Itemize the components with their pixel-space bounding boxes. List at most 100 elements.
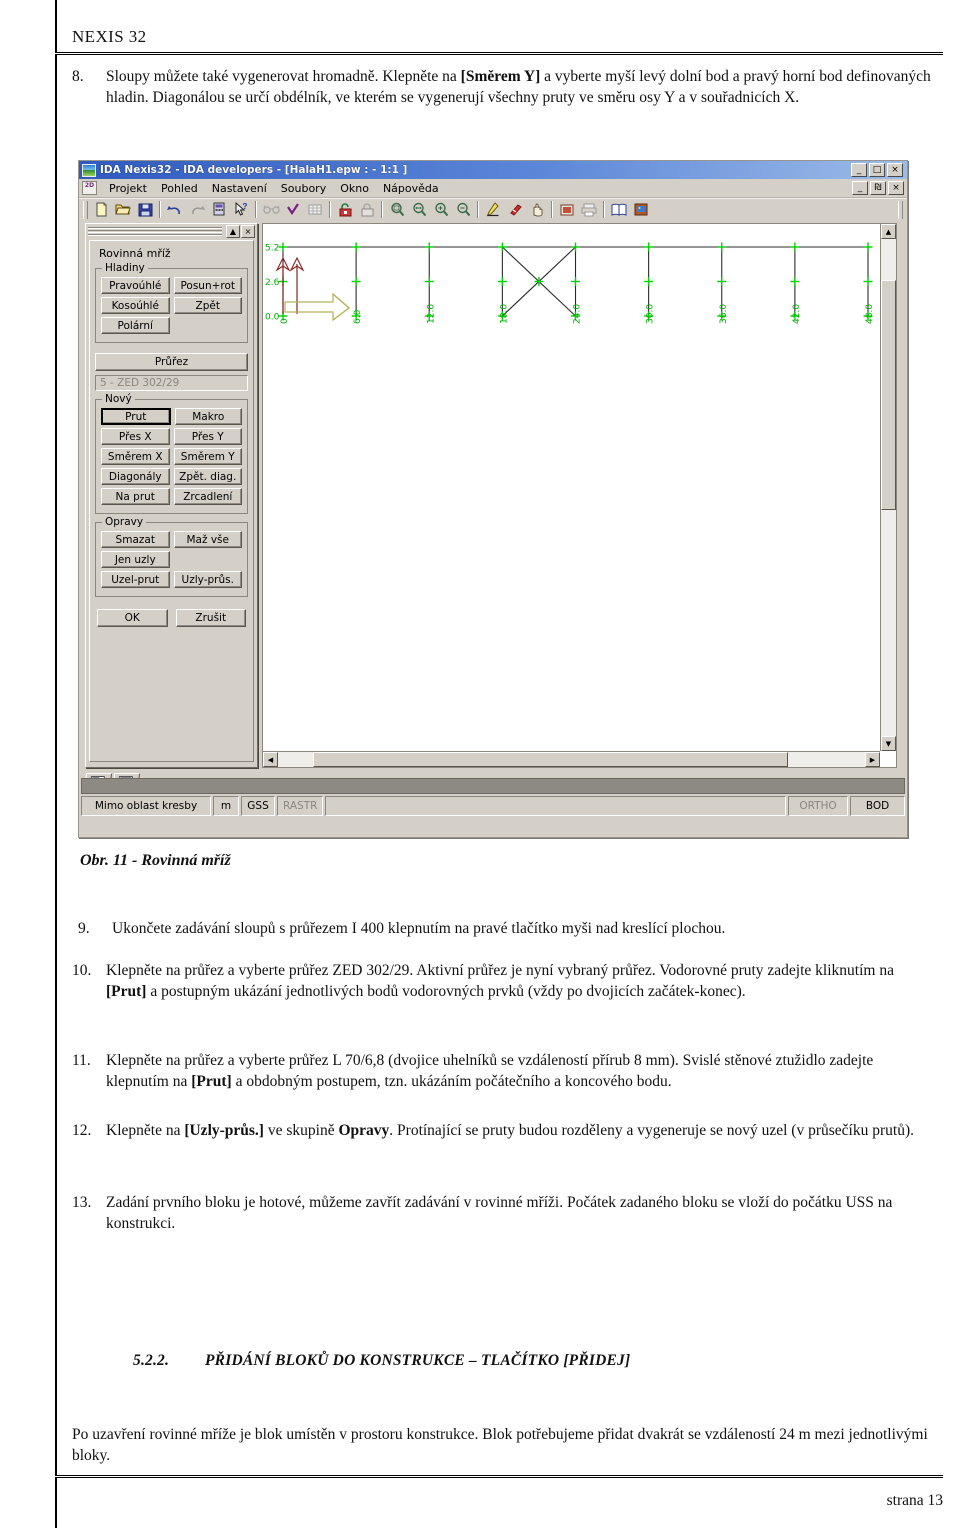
button-na-prut[interactable]: Na prut	[101, 488, 170, 505]
toolbar-separator	[603, 201, 605, 218]
button-zrcadleni[interactable]: Zrcadlení	[173, 488, 242, 505]
pan-hand-icon[interactable]	[527, 200, 547, 219]
zoom-fit-icon[interactable]	[409, 200, 429, 219]
status-gss[interactable]: GSS	[241, 796, 275, 816]
button-zpet[interactable]: Zpět	[173, 297, 242, 314]
button-smazat[interactable]: Smazat	[101, 531, 170, 548]
mdi-restore-button[interactable]: ₪	[870, 181, 886, 195]
button-makro[interactable]: Makro	[174, 408, 242, 425]
button-pres-y[interactable]: Přes Y	[173, 428, 242, 445]
button-kosouhle[interactable]: Kosoúhlé	[101, 297, 170, 314]
button-jen-uzly[interactable]: Jen uzly	[101, 551, 170, 568]
toolbar-grip[interactable]	[83, 200, 88, 219]
status-mode[interactable]: BOD	[850, 796, 905, 816]
vertical-scroll-thumb[interactable]	[881, 280, 896, 510]
open-folder-icon[interactable]	[113, 200, 133, 219]
undo-icon[interactable]	[165, 200, 185, 219]
button-polarni[interactable]: Polární	[101, 317, 170, 334]
horizontal-scroll-thumb[interactable]	[313, 752, 788, 767]
button-pres-x[interactable]: Přes X	[101, 428, 170, 445]
close-button[interactable]: ×	[887, 163, 903, 177]
button-row: Uzel-prut Uzly-průs.	[101, 571, 242, 588]
cancel-button[interactable]: Zrušit	[175, 609, 246, 627]
maximize-button[interactable]: □	[869, 163, 885, 177]
document-page: NEXIS 32 8. Sloupy můžete také vygenerov…	[0, 0, 960, 1528]
new-document-icon[interactable]	[91, 200, 111, 219]
zoom-window-icon[interactable]	[387, 200, 407, 219]
button-zpet-diag[interactable]: Zpět. diag.	[173, 468, 242, 485]
menu-item-napoveda[interactable]: Nápověda	[376, 181, 446, 196]
button-smerem-x[interactable]: Směrem X	[101, 448, 170, 465]
zoom-out-icon[interactable]	[453, 200, 473, 219]
lock-closed-icon[interactable]	[357, 200, 377, 219]
button-diagonaly[interactable]: Diagonály	[101, 468, 170, 485]
paragraph-11-number: 11.	[72, 1052, 91, 1069]
button-prurez[interactable]: Průřez	[95, 353, 248, 371]
window-buttons: _ □ ×	[851, 163, 905, 177]
dialog-titlebar[interactable]: ▲ ×	[86, 224, 257, 239]
scroll-down-button[interactable]: ▼	[881, 736, 896, 751]
scroll-up-button[interactable]: ▲	[881, 224, 896, 239]
window-title: IDA Nexis32 - IDA developers - [HalaH1.e…	[100, 164, 408, 176]
node-marker	[644, 242, 654, 252]
button-smerem-y[interactable]: Směrem Y	[173, 448, 242, 465]
dialog-footer: OK Zrušit	[95, 609, 248, 627]
button-pravouhle[interactable]: Pravoúhlé	[101, 277, 170, 294]
mdi-document-icon: 2D	[82, 181, 97, 195]
canvas-vertical-scrollbar[interactable]: ▲ ▼	[880, 224, 896, 751]
menu-bar: 2D Projekt Pohled Nastavení Soubory Okno…	[79, 179, 907, 198]
redo-icon[interactable]	[187, 200, 207, 219]
menu-item-pohled[interactable]: Pohled	[154, 181, 205, 196]
x-tick-label: 42.0	[792, 304, 802, 324]
button-posun-rot[interactable]: Posun+rot	[173, 277, 242, 294]
paragraph-9-body: Ukončete zadávání sloupů s průřezem I 40…	[112, 918, 934, 939]
glasses-icon[interactable]	[261, 200, 281, 219]
page-header-rule	[55, 52, 943, 55]
paragraph-12-body: Klepněte na [Uzly-průs.] ve skupině Opra…	[106, 1120, 934, 1141]
print-icon[interactable]	[579, 200, 599, 219]
button-uzly-prus[interactable]: Uzly-průs.	[173, 571, 242, 588]
status-ortho[interactable]: ORTHO	[788, 796, 848, 816]
eraser-icon[interactable]	[505, 200, 525, 219]
minimize-button[interactable]: _	[851, 163, 867, 177]
status-unit[interactable]: m	[213, 796, 239, 816]
menu-item-soubory[interactable]: Soubory	[274, 181, 333, 196]
text-run: Ukončete zadávání sloupů s průřezem I 40…	[112, 920, 726, 937]
picture-icon[interactable]	[631, 200, 651, 219]
dialog-grip[interactable]	[88, 227, 222, 236]
main-toolbar: ?	[79, 198, 907, 220]
status-raster[interactable]: RASTR	[277, 796, 324, 816]
canvas-horizontal-scrollbar[interactable]: ◀ ▶	[263, 751, 880, 767]
button-row: Jen uzly	[101, 551, 242, 568]
group-hladiny: Hladiny Pravoúhlé Posun+rot Kosoúhlé Zpě…	[95, 262, 248, 343]
menu-item-projekt[interactable]: Projekt	[102, 181, 154, 196]
help-pointer-icon[interactable]: ?	[231, 200, 251, 219]
node-marker	[497, 277, 507, 286]
button-maz-vse[interactable]: Maž vše	[173, 531, 242, 548]
dialog-close-button[interactable]: ×	[241, 225, 255, 238]
render-icon[interactable]	[557, 200, 577, 219]
dialog-rollup-button[interactable]: ▲	[226, 225, 240, 238]
ok-button[interactable]: OK	[97, 609, 168, 627]
button-prut[interactable]: Prut	[101, 408, 171, 425]
scroll-right-button[interactable]: ▶	[865, 752, 880, 767]
table-icon[interactable]	[305, 200, 325, 219]
calculate-icon[interactable]	[209, 200, 229, 219]
paragraph-12: 12. Klepněte na [Uzly-průs.] ve skupině …	[72, 1120, 934, 1141]
section-number: 5.2.2.	[133, 1352, 170, 1369]
zoom-in-icon[interactable]	[431, 200, 451, 219]
save-disk-icon[interactable]	[135, 200, 155, 219]
check-icon[interactable]	[283, 200, 303, 219]
book-icon[interactable]	[609, 200, 629, 219]
application-window-screenshot: IDA Nexis32 - IDA developers - [HalaH1.e…	[78, 160, 908, 838]
menu-item-okno[interactable]: Okno	[333, 181, 376, 196]
drawing-canvas[interactable]: 0 6.0 12.0 18.0 24.0 30.0 36.0 42.0 48.0 0.0 2.6 5.…	[263, 224, 880, 751]
frame-grid-drawing: 0 6.0 12.0 18.0 24.0 30.0 36.0 42.0 48.0 0.0 2.6 5.…	[265, 242, 875, 324]
mdi-close-button[interactable]: ×	[888, 181, 904, 195]
scroll-left-button[interactable]: ◀	[263, 752, 278, 767]
button-uzel-prut[interactable]: Uzel-prut	[101, 571, 170, 588]
mdi-minimize-button[interactable]: _	[852, 181, 868, 195]
lock-open-icon[interactable]	[335, 200, 355, 219]
menu-item-nastaveni[interactable]: Nastavení	[205, 181, 274, 196]
pencil-icon[interactable]	[483, 200, 503, 219]
